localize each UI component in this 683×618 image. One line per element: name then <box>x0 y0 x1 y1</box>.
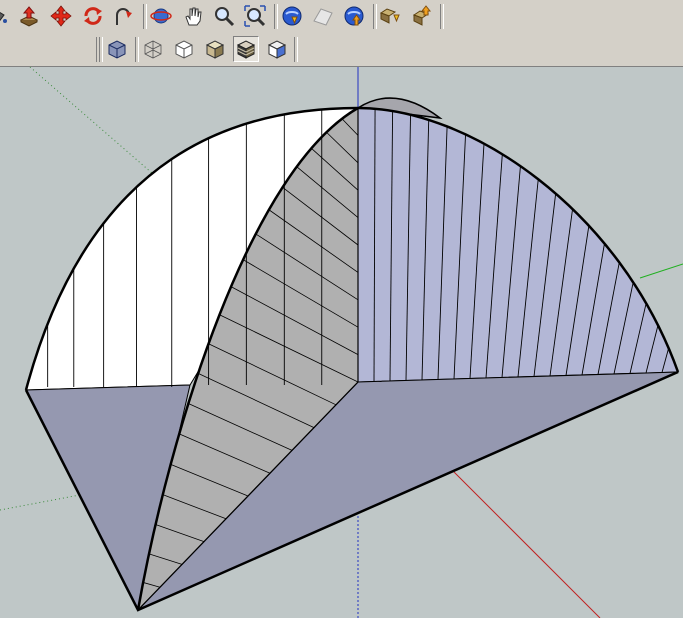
monochrome-style-icon <box>267 40 287 59</box>
toolbar-separator <box>274 4 278 29</box>
toolbar-separator <box>143 4 147 29</box>
wireframe-style-button[interactable] <box>140 36 166 62</box>
model-viewport[interactable] <box>0 67 683 618</box>
paint-bucket-icon <box>0 12 7 23</box>
shaded-with-textures-style-icon <box>236 40 256 59</box>
shaded-style-icon <box>205 40 225 59</box>
share-model-icon <box>412 5 432 26</box>
place-model-button[interactable] <box>341 3 367 29</box>
pan-button[interactable] <box>180 3 206 29</box>
zoom-icon <box>215 7 235 27</box>
get-current-view-icon <box>282 6 302 26</box>
share-model-button[interactable] <box>408 3 434 29</box>
toolbar-separator <box>135 37 139 62</box>
monochrome-style-button[interactable] <box>264 36 290 62</box>
zoom-button[interactable] <box>211 3 237 29</box>
place-model-icon <box>344 6 364 26</box>
orbit-button[interactable] <box>148 3 174 29</box>
model-canvas <box>0 67 683 618</box>
toggle-terrain-button[interactable] <box>310 3 336 29</box>
rotate-icon <box>84 7 102 25</box>
xray-style-button[interactable] <box>104 36 130 62</box>
push-pull-icon <box>19 6 39 27</box>
shaded-with-textures-style-button[interactable] <box>233 36 259 62</box>
zoom-extents-button[interactable] <box>242 3 268 29</box>
follow-me-button[interactable] <box>111 3 137 29</box>
zoom-extents-icon <box>244 5 266 27</box>
hidden-line-style-icon <box>175 40 193 59</box>
xray-style-icon <box>108 40 126 59</box>
paint-bucket-button[interactable] <box>0 3 12 29</box>
toolbar-separator <box>440 4 444 29</box>
shaded-style-button[interactable] <box>202 36 228 62</box>
toolbar-area <box>0 0 683 67</box>
pan-icon <box>185 7 202 26</box>
orbit-icon <box>150 8 172 24</box>
toolbar-grip <box>99 37 103 62</box>
rotate-button[interactable] <box>80 3 106 29</box>
push-pull-button[interactable] <box>16 3 42 29</box>
hidden-line-style-button[interactable] <box>171 36 197 62</box>
styles-toolbar <box>0 33 683 66</box>
follow-me-icon <box>116 8 132 25</box>
toggle-terrain-icon <box>313 8 333 26</box>
get-current-view-button[interactable] <box>279 3 305 29</box>
move-button[interactable] <box>48 3 74 29</box>
move-icon <box>50 5 72 27</box>
wireframe-style-icon <box>144 40 162 59</box>
get-models-button[interactable] <box>377 3 403 29</box>
main-toolbar <box>0 0 683 33</box>
toolbar-separator <box>294 37 298 62</box>
get-models-icon <box>379 8 400 24</box>
